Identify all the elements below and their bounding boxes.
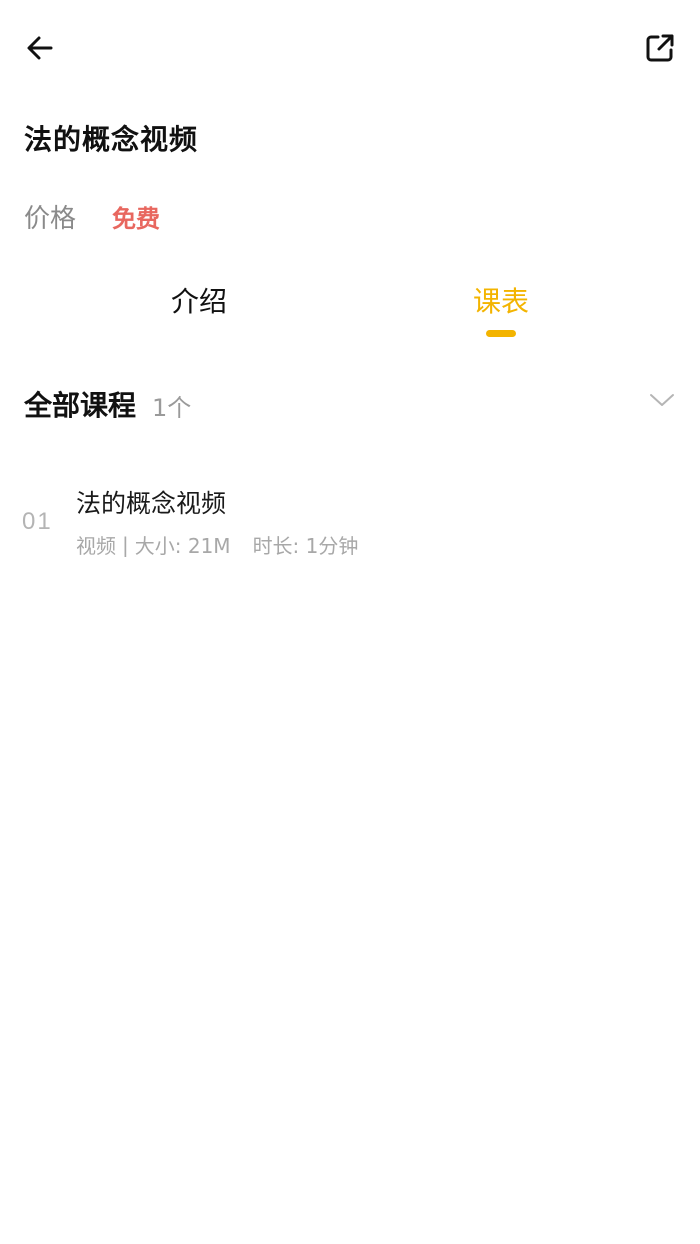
section-title: 全部课程 [24, 389, 137, 422]
lesson-duration: 时长: 1分钟 [252, 534, 359, 558]
arrow-left-icon [25, 33, 55, 67]
external-share-icon [644, 32, 676, 68]
lesson-index: 01 [22, 508, 53, 535]
price-label: 价格 [24, 203, 77, 234]
back-button[interactable] [18, 28, 62, 72]
course-detail-page: 法的概念视频 价格 免费 介绍 课表 全部课程 1个 01 法的概念视频 视频 … [0, 0, 700, 1244]
lesson-count: 1个 [152, 394, 192, 422]
lesson-title: 法的概念视频 [76, 489, 227, 518]
price-value: 免费 [112, 204, 161, 233]
course-title: 法的概念视频 [24, 123, 199, 156]
share-button[interactable] [638, 28, 682, 72]
price-row: 价格 免费 [24, 196, 160, 236]
meta-divider: | [122, 532, 129, 557]
active-tab-indicator [486, 330, 516, 337]
tab-bar: 介绍 课表 [0, 270, 700, 350]
tab-intro[interactable]: 介绍 [119, 280, 279, 340]
chevron-down-icon [649, 392, 675, 412]
lesson-size: 大小: 21M [134, 534, 231, 558]
lesson-meta: 视频 | 大小: 21M 时长: 1分钟 [76, 530, 358, 559]
top-bar [0, 0, 700, 100]
lesson-item[interactable]: 01 法的概念视频 视频 | 大小: 21M 时长: 1分钟 [0, 470, 700, 570]
lesson-type: 视频 [76, 534, 116, 558]
expand-button[interactable] [644, 384, 680, 420]
all-lessons-header: 全部课程 1个 [24, 380, 680, 428]
